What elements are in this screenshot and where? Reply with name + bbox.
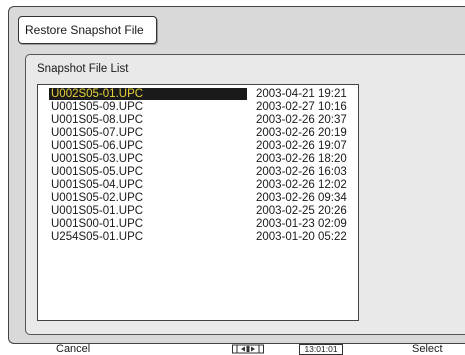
- file-date: 2003-02-26 20:37: [256, 114, 347, 126]
- file-name: U001S05-09.UPC: [51, 101, 144, 113]
- file-row[interactable]: U001S05-07.UPC 2003-02-26 20:19: [49, 127, 355, 139]
- file-row[interactable]: U001S05-03.UPC 2003-02-26 18:20: [49, 153, 355, 165]
- file-name: U001S05-07.UPC: [51, 127, 144, 139]
- file-row[interactable]: U001S00-01.UPC 2003-01-23 02:09: [49, 218, 355, 230]
- file-date: 2003-02-27 10:16: [256, 101, 347, 113]
- cancel-button[interactable]: Cancel: [56, 344, 90, 355]
- file-date: 2003-01-20 05:22: [256, 231, 347, 243]
- file-row[interactable]: U001S05-09.UPC 2003-02-27 10:16: [49, 101, 355, 113]
- file-row[interactable]: U001S05-04.UPC 2003-02-26 12:02: [49, 179, 355, 191]
- file-name: U001S00-01.UPC: [51, 218, 144, 230]
- file-row[interactable]: U001S05-06.UPC 2003-02-26 19:07: [49, 140, 355, 152]
- file-list-label: Snapshot File List: [37, 63, 129, 75]
- file-date: 2003-02-26 12:02: [256, 179, 347, 191]
- file-row[interactable]: U001S05-01.UPC 2003-02-25 20:26: [49, 205, 355, 217]
- file-date: 2003-04-21 19:21: [256, 88, 347, 100]
- file-row[interactable]: U002S05-01.UPC 2003-04-21 19:21: [49, 88, 355, 100]
- jog-dial-icon: [232, 344, 264, 354]
- file-name: U001S05-03.UPC: [51, 153, 144, 165]
- file-name: U002S05-01.UPC: [49, 88, 247, 100]
- file-row[interactable]: U254S05-01.UPC 2003-01-20 05:22: [49, 231, 355, 243]
- file-date: 2003-02-26 16:03: [256, 166, 347, 178]
- file-row[interactable]: U001S05-02.UPC 2003-02-26 09:34: [49, 192, 355, 204]
- file-name: U001S05-08.UPC: [51, 114, 144, 126]
- file-row[interactable]: U001S05-05.UPC 2003-02-26 16:03: [49, 166, 355, 178]
- file-date: 2003-02-26 19:07: [256, 140, 347, 152]
- file-name: U254S05-01.UPC: [51, 231, 144, 243]
- file-date: 2003-01-23 02:09: [256, 218, 347, 230]
- file-date: 2003-02-26 18:20: [256, 153, 347, 165]
- file-row[interactable]: U001S05-08.UPC 2003-02-26 20:37: [49, 114, 355, 126]
- snapshot-file-list[interactable]: U002S05-01.UPC 2003-04-21 19:21 U001S05-…: [37, 84, 359, 321]
- file-date: 2003-02-26 20:19: [256, 127, 347, 139]
- file-name: U001S05-05.UPC: [51, 166, 144, 178]
- file-name: U001S05-01.UPC: [51, 205, 144, 217]
- file-name: U001S05-06.UPC: [51, 140, 144, 152]
- file-date: 2003-02-25 20:26: [256, 205, 347, 217]
- dialog-title: Restore Snapshot File: [18, 16, 157, 44]
- file-date: 2003-02-26 09:34: [256, 192, 347, 204]
- select-button[interactable]: Select: [412, 344, 443, 355]
- file-name: U001S05-02.UPC: [51, 192, 144, 204]
- time-display: 13:01:01: [299, 344, 343, 355]
- file-name: U001S05-04.UPC: [51, 179, 144, 191]
